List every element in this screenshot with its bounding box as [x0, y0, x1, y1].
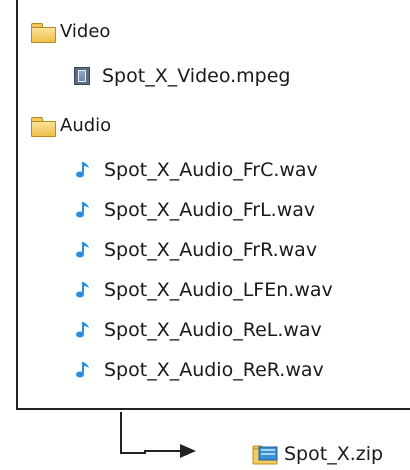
file-item[interactable]: Spot_X_Audio_LFEn.wav: [74, 276, 333, 304]
video-file-icon: [74, 67, 90, 85]
arrow-head-icon: [180, 444, 196, 458]
file-item[interactable]: Spot_X_Audio_FrC.wav: [74, 156, 318, 184]
folder-video[interactable]: Video: [30, 18, 110, 46]
audio-file-icon: [76, 362, 89, 378]
file-item[interactable]: Spot_X_Audio_ReR.wav: [74, 356, 324, 384]
file-item[interactable]: Spot_X_Audio_FrR.wav: [74, 236, 317, 264]
folder-icon: [30, 116, 56, 137]
file-item[interactable]: Spot_X_Audio_FrL.wav: [74, 196, 315, 224]
audio-file-icon: [76, 322, 89, 338]
file-label: Spot_X_Audio_LFEn.wav: [104, 279, 333, 301]
folder-icon: [30, 22, 56, 43]
file-label: Spot_X_Audio_ReR.wav: [104, 359, 324, 381]
connector-line: [120, 412, 146, 454]
folder-label: Audio: [60, 115, 112, 136]
file-item[interactable]: Spot_X_Audio_ReL.wav: [74, 316, 322, 344]
file-label: Spot_X_Video.mpeg: [102, 65, 291, 87]
file-label: Spot_X_Audio_FrR.wav: [104, 239, 318, 261]
zip-label: Spot_X.zip: [284, 443, 384, 465]
file-label: Spot_X_Audio_FrL.wav: [104, 199, 316, 221]
folder-audio[interactable]: Audio: [30, 112, 111, 140]
zip-archive-icon: [252, 445, 278, 465]
audio-file-icon: [76, 202, 89, 218]
file-item[interactable]: Spot_X_Video.mpeg: [74, 62, 290, 90]
folder-label: Video: [60, 21, 111, 42]
audio-file-icon: [76, 162, 89, 178]
arrow-shaft: [144, 450, 184, 452]
audio-file-icon: [76, 242, 89, 258]
audio-file-icon: [76, 282, 89, 298]
file-label: Spot_X_Audio_FrC.wav: [104, 159, 318, 181]
zip-archive-item[interactable]: Spot_X.zip: [252, 440, 383, 468]
file-label: Spot_X_Audio_ReL.wav: [104, 319, 322, 341]
